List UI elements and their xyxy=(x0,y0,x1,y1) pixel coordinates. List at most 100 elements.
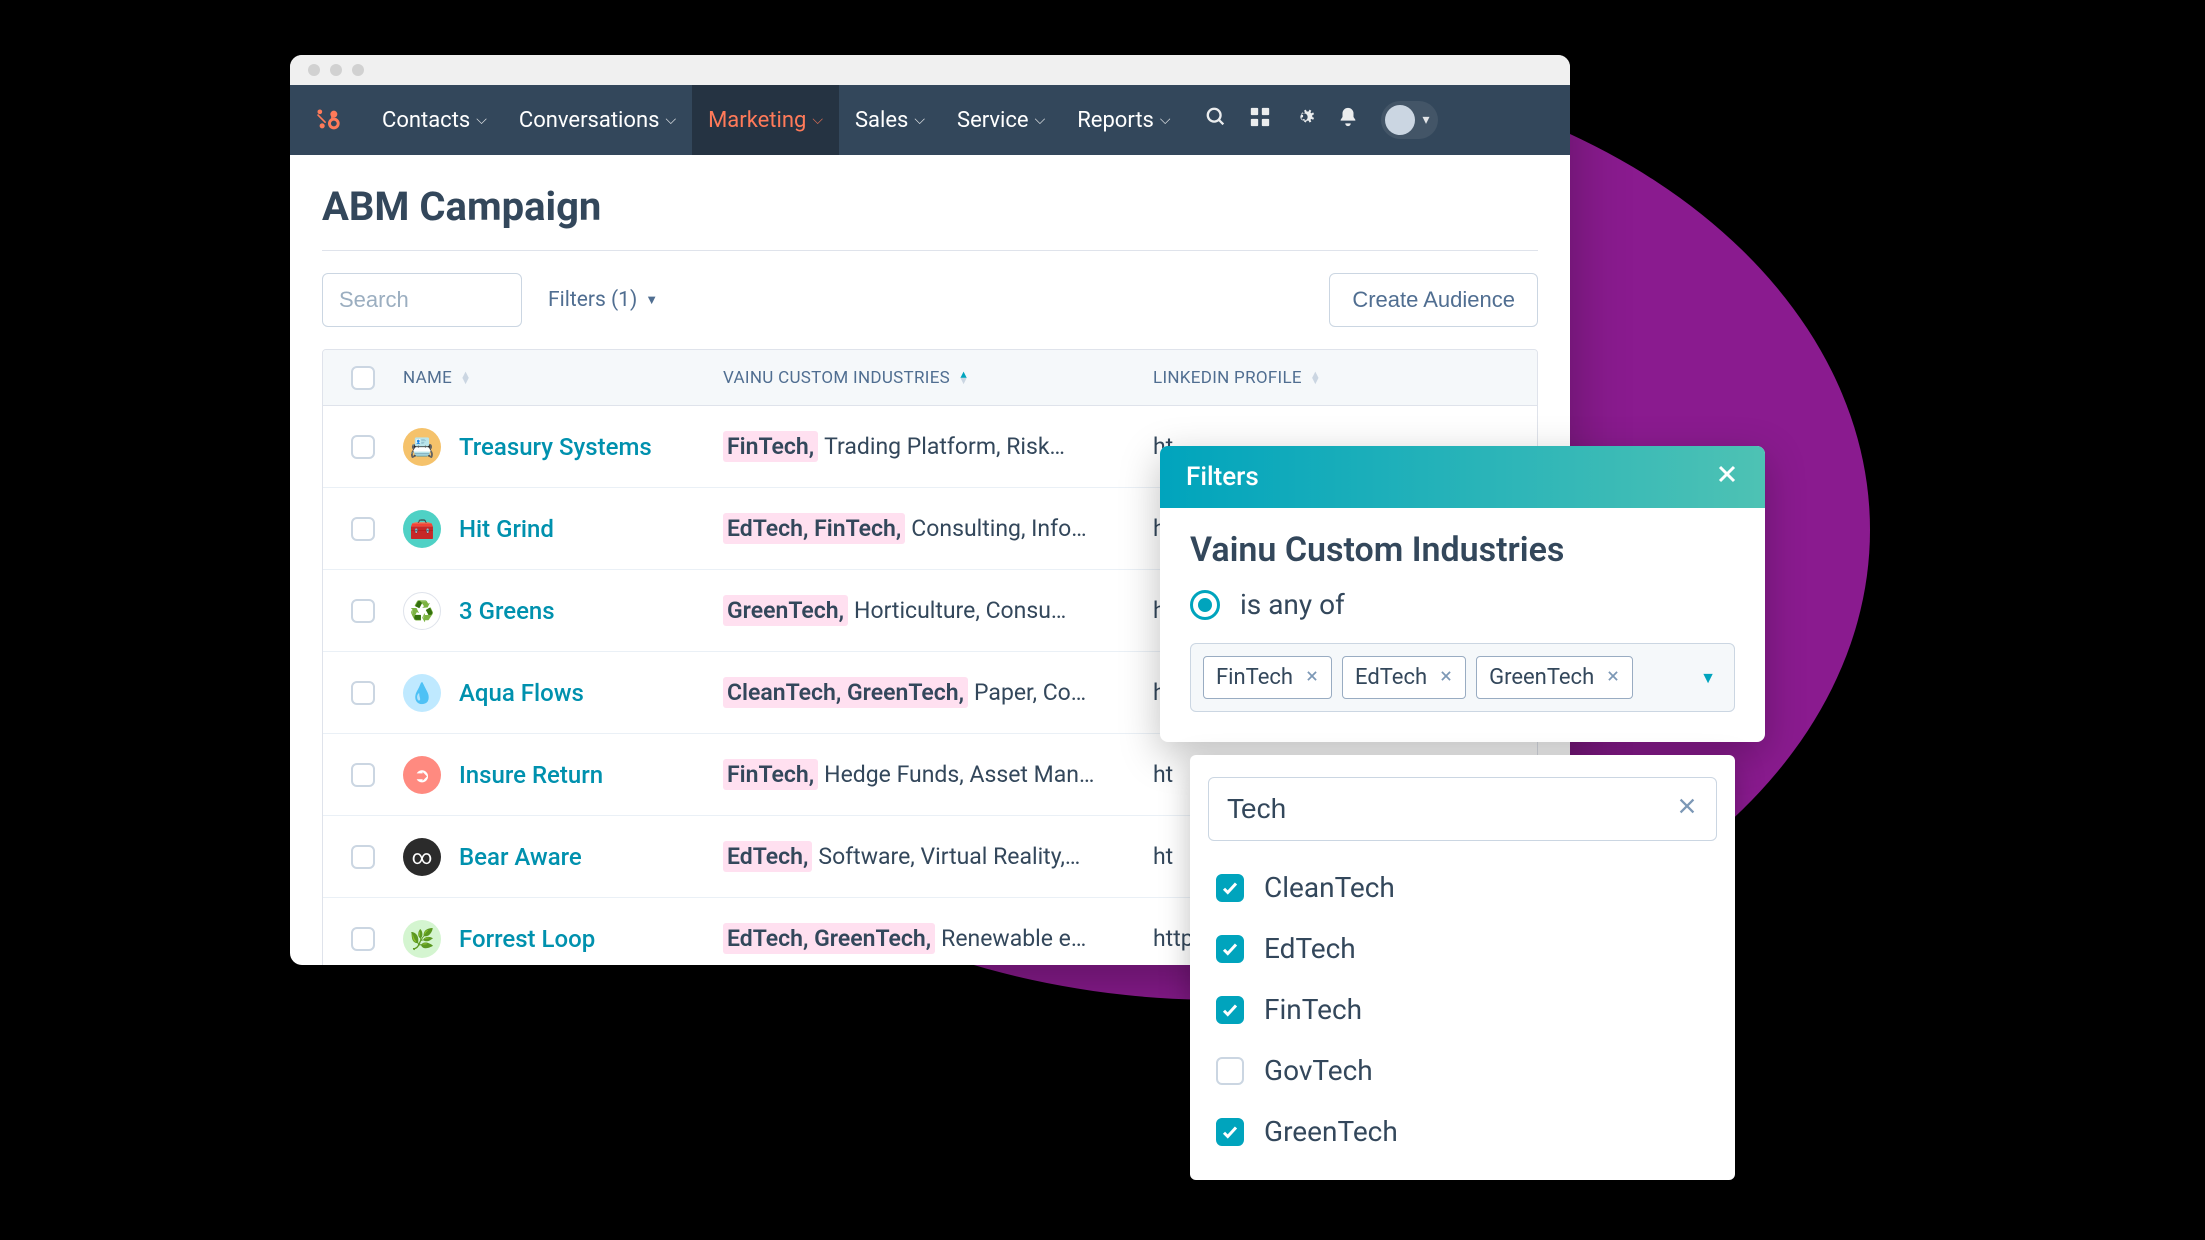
nav-item-label: Sales xyxy=(855,108,908,133)
company-name-link[interactable]: Hit Grind xyxy=(459,515,554,543)
checkbox-checked-icon xyxy=(1216,935,1244,963)
row-checkbox[interactable] xyxy=(351,681,375,705)
window-dot-close[interactable] xyxy=(308,64,320,76)
window-dot-zoom[interactable] xyxy=(352,64,364,76)
industries-cell: FinTech, Trading Platform, Risk… xyxy=(723,431,1153,462)
company-name-link[interactable]: Aqua Flows xyxy=(459,679,584,707)
row-checkbox[interactable] xyxy=(351,927,375,951)
filter-chip[interactable]: EdTech xyxy=(1342,656,1466,699)
company-name-link[interactable]: Insure Return xyxy=(459,761,603,789)
row-checkbox[interactable] xyxy=(351,763,375,787)
chevron-down-icon: ⌵ xyxy=(812,112,823,128)
nav-item-contacts[interactable]: Contacts⌵ xyxy=(366,85,503,155)
search-icon[interactable] xyxy=(1205,106,1227,134)
notifications-icon[interactable] xyxy=(1337,106,1359,134)
user-avatar xyxy=(1385,105,1415,135)
row-checkbox[interactable] xyxy=(351,599,375,623)
filter-option[interactable]: GovTech xyxy=(1190,1040,1735,1101)
filter-options-dropdown: CleanTech EdTech FinTech GovTech GreenTech xyxy=(1190,755,1735,1180)
filter-option-label: CleanTech xyxy=(1264,871,1395,904)
industries-cell: GreenTech, Horticulture, Consu… xyxy=(723,595,1153,626)
chip-remove-icon[interactable] xyxy=(1305,667,1319,688)
chip-label: FinTech xyxy=(1216,665,1293,690)
checkbox-unchecked-icon xyxy=(1216,1057,1244,1085)
highlighted-industries: EdTech, FinTech, xyxy=(723,513,905,544)
company-name-link[interactable]: Treasury Systems xyxy=(459,433,652,461)
other-industries: Paper, Co… xyxy=(974,679,1086,706)
filter-chip[interactable]: GreenTech xyxy=(1476,656,1633,699)
other-industries: Trading Platform, Risk… xyxy=(824,433,1065,460)
filter-option[interactable]: CleanTech xyxy=(1190,857,1735,918)
nav-item-label: Marketing xyxy=(708,108,806,133)
close-icon[interactable] xyxy=(1715,462,1739,493)
column-header-industries[interactable]: VAINU CUSTOM INDUSTRIES ▲▼ xyxy=(723,368,1153,388)
nav-item-conversations[interactable]: Conversations⌵ xyxy=(503,85,692,155)
checkbox-checked-icon xyxy=(1216,874,1244,902)
nav-item-label: Reports xyxy=(1077,108,1154,133)
other-industries: Software, Virtual Reality,… xyxy=(818,843,1080,870)
column-header-name[interactable]: NAME ▲▼ xyxy=(403,368,723,388)
company-avatar-icon: 🧰 xyxy=(403,510,441,548)
filter-chip[interactable]: FinTech xyxy=(1203,656,1332,699)
company-avatar-icon: ➲ xyxy=(403,756,441,794)
company-name-link[interactable]: Bear Aware xyxy=(459,843,582,871)
search-box[interactable] xyxy=(322,273,522,327)
sort-icon: ▲▼ xyxy=(958,372,969,384)
nav-utility-icons xyxy=(1205,106,1359,134)
filters-label: Filters (1) xyxy=(548,288,637,312)
filters-popover: Filters Vainu Custom Industries is any o… xyxy=(1160,446,1765,742)
filter-option[interactable]: FinTech xyxy=(1190,979,1735,1040)
chevron-down-icon: ⌵ xyxy=(476,112,487,128)
chip-remove-icon[interactable] xyxy=(1606,667,1620,688)
chip-label: GreenTech xyxy=(1489,665,1594,690)
window-dot-minimize[interactable] xyxy=(330,64,342,76)
highlighted-industries: GreenTech, xyxy=(723,595,848,626)
filter-search-input[interactable] xyxy=(1227,793,1676,825)
toolbar: Filters (1) ▼ Create Audience xyxy=(322,251,1538,349)
other-industries: Hedge Funds, Asset Man… xyxy=(824,761,1094,788)
company-name-link[interactable]: 3 Greens xyxy=(459,597,555,625)
industries-cell: FinTech, Hedge Funds, Asset Man… xyxy=(723,759,1153,790)
filter-option-label: GovTech xyxy=(1264,1054,1373,1087)
nav-item-service[interactable]: Service⌵ xyxy=(941,85,1061,155)
nav-item-sales[interactable]: Sales⌵ xyxy=(839,85,941,155)
filter-condition-radio[interactable]: is any of xyxy=(1190,588,1735,621)
sort-icon: ▲▼ xyxy=(1310,372,1321,384)
top-navigation: Contacts⌵Conversations⌵Marketing⌵Sales⌵S… xyxy=(290,85,1570,155)
create-audience-label: Create Audience xyxy=(1352,287,1515,313)
chevron-down-icon: ▾ xyxy=(1423,112,1430,128)
filter-option[interactable]: EdTech xyxy=(1190,918,1735,979)
dropdown-caret-icon[interactable]: ▼ xyxy=(1700,668,1716,688)
nav-item-reports[interactable]: Reports ⌵ xyxy=(1061,85,1186,155)
filters-link[interactable]: Filters (1) ▼ xyxy=(548,288,658,312)
chevron-down-icon: ⌵ xyxy=(1160,112,1171,128)
marketplace-icon[interactable] xyxy=(1249,106,1271,134)
company-name-link[interactable]: Forrest Loop xyxy=(459,925,595,953)
checkbox-checked-icon xyxy=(1216,1118,1244,1146)
filter-option[interactable]: GreenTech xyxy=(1190,1101,1735,1162)
settings-icon[interactable] xyxy=(1293,106,1315,134)
nav-item-marketing[interactable]: Marketing ⌵ xyxy=(692,85,839,155)
industries-cell: CleanTech, GreenTech, Paper, Co… xyxy=(723,677,1153,708)
highlighted-industries: EdTech, GreenTech, xyxy=(723,923,935,954)
industries-cell: EdTech, Software, Virtual Reality,… xyxy=(723,841,1153,872)
select-all-checkbox[interactable] xyxy=(351,366,375,390)
clear-input-icon[interactable] xyxy=(1676,795,1698,823)
column-header-linkedin[interactable]: LINKEDIN PROFILE ▲▼ xyxy=(1153,368,1537,388)
filter-option-label: FinTech xyxy=(1264,993,1362,1026)
filter-option-label: EdTech xyxy=(1264,932,1356,965)
filter-property-title: Vainu Custom Industries xyxy=(1190,530,1735,570)
account-menu[interactable]: ▾ xyxy=(1381,101,1438,139)
chip-remove-icon[interactable] xyxy=(1439,667,1453,688)
selected-values-box[interactable]: FinTech EdTech GreenTech ▼ xyxy=(1190,643,1735,712)
row-checkbox[interactable] xyxy=(351,517,375,541)
hubspot-logo-icon[interactable] xyxy=(314,106,342,134)
highlighted-industries: CleanTech, GreenTech, xyxy=(723,677,968,708)
filters-popover-header: Filters xyxy=(1160,446,1765,508)
row-checkbox[interactable] xyxy=(351,845,375,869)
row-checkbox[interactable] xyxy=(351,435,375,459)
create-audience-button[interactable]: Create Audience xyxy=(1329,273,1538,327)
highlighted-industries: FinTech, xyxy=(723,431,818,462)
company-avatar-icon: ♻️ xyxy=(403,592,441,630)
filter-search-box[interactable] xyxy=(1208,777,1717,841)
